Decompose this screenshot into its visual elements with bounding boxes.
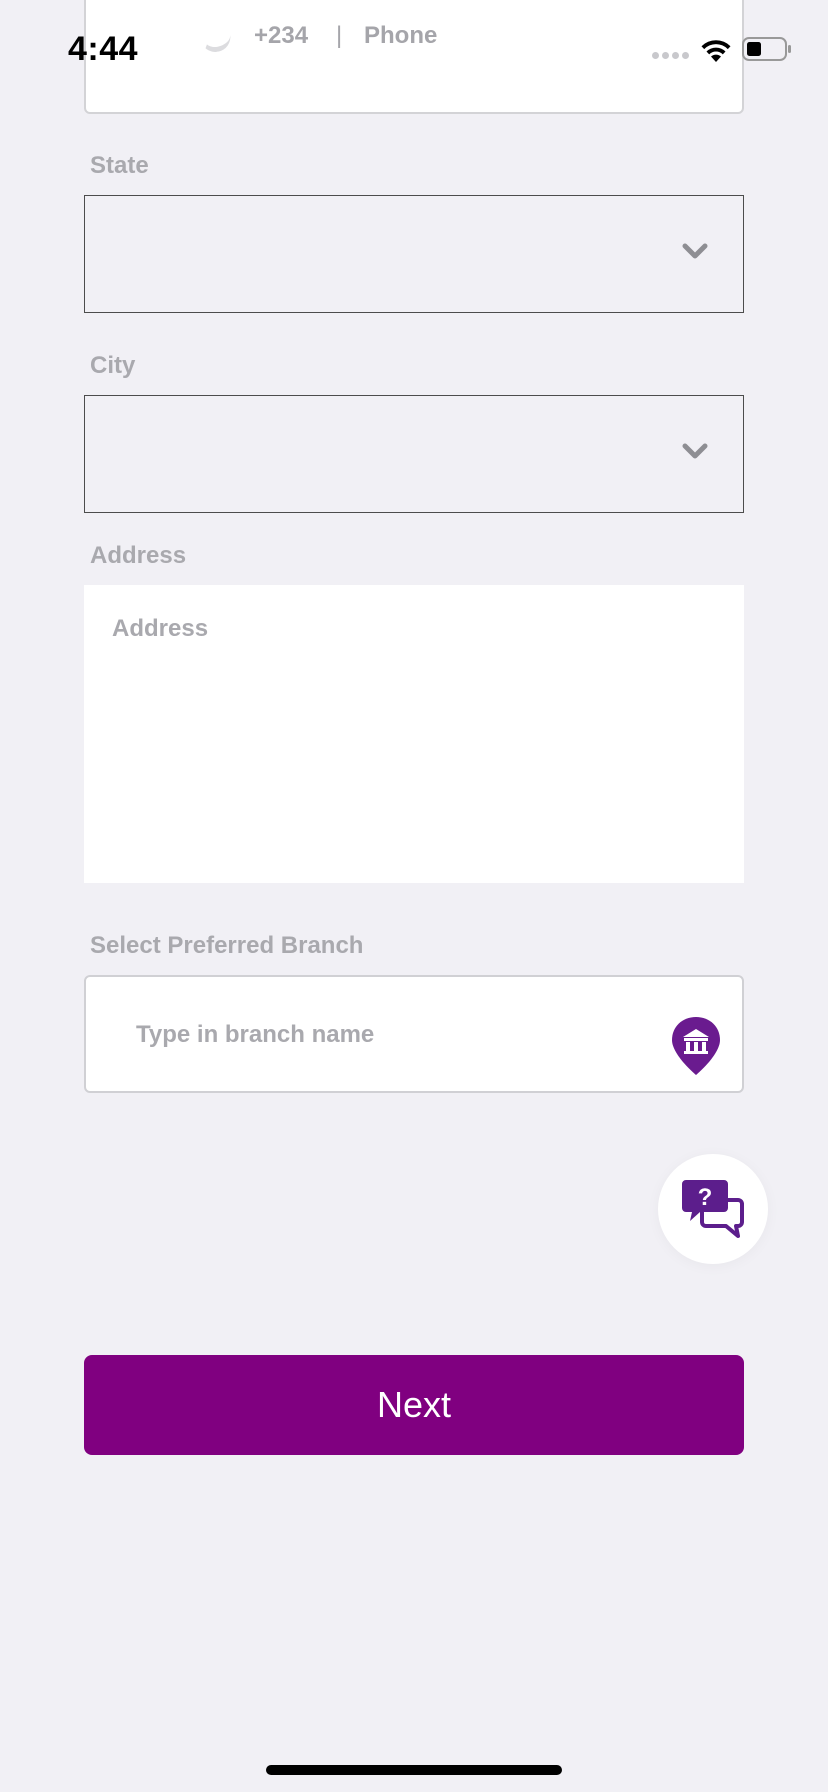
address-input[interactable] [84, 585, 744, 883]
chevron-down-icon[interactable] [681, 442, 709, 462]
phone-field[interactable]: +234 | Phone [84, 0, 744, 114]
branch-input[interactable] [136, 1015, 636, 1055]
help-chat-button[interactable]: ? [658, 1154, 768, 1264]
address-label: Address [90, 542, 187, 569]
status-time: 4:44 [68, 30, 139, 68]
state-label: State [90, 152, 149, 179]
battery-icon [742, 37, 791, 61]
city-label: City [90, 352, 136, 379]
svg-text:?: ? [698, 1184, 713, 1211]
city-select[interactable] [84, 395, 744, 513]
country-code[interactable]: +234 [254, 22, 308, 50]
branch-field[interactable] [84, 975, 744, 1093]
help-chat-icon: ? [682, 1180, 744, 1238]
bank-location-pin-icon[interactable] [670, 1015, 722, 1077]
phone-placeholder[interactable]: Phone [364, 22, 437, 50]
next-button[interactable]: Next [84, 1355, 744, 1455]
state-select[interactable] [84, 195, 744, 313]
wifi-icon [701, 40, 731, 62]
phone-separator: | [336, 22, 343, 49]
chevron-down-icon[interactable] [681, 242, 709, 262]
phone-icon [197, 15, 233, 55]
home-indicator[interactable] [266, 1765, 562, 1775]
branch-label: Select Preferred Branch [90, 932, 364, 959]
registration-screen: +234 | Phone 4:44 State City Address Sel… [0, 0, 828, 1792]
cellular-signal-icon [652, 52, 689, 59]
